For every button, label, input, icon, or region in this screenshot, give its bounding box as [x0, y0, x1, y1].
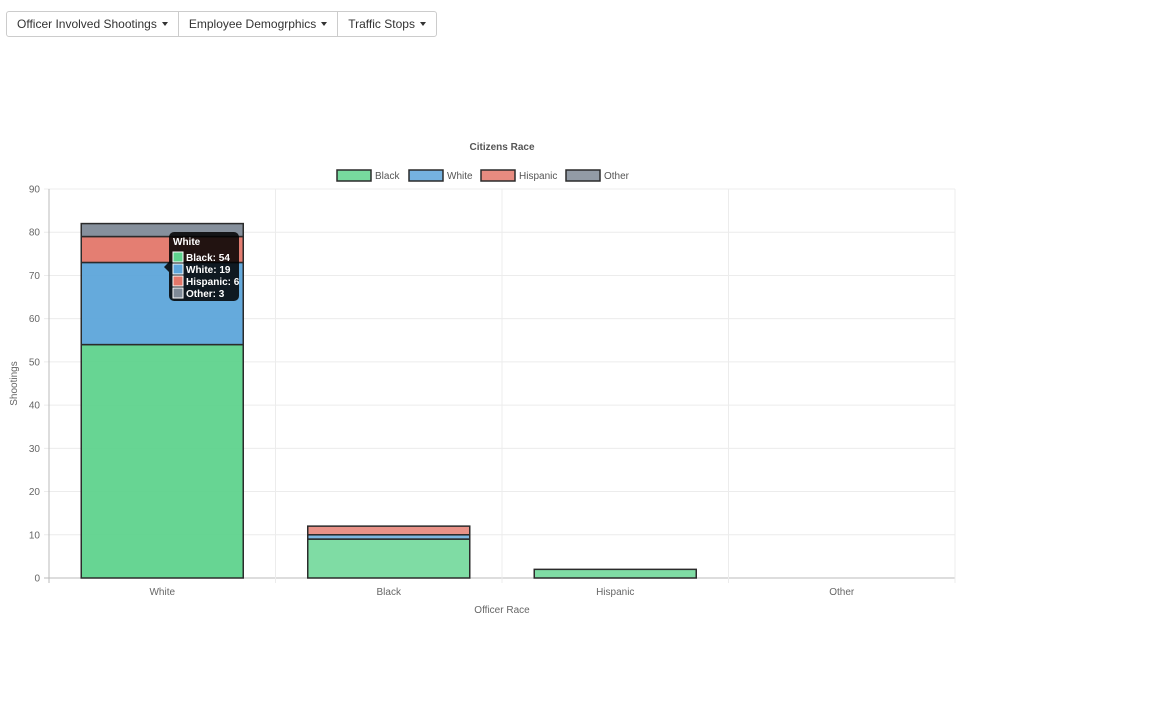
tooltip-swatch [172, 287, 184, 299]
tooltip-swatch [172, 275, 184, 287]
x-tick-label: White [149, 587, 175, 598]
bar-segment-hispanic-black[interactable] [307, 525, 471, 536]
x-tick-label: Hispanic [596, 587, 634, 598]
tooltip-swatch [172, 251, 184, 263]
bar-segment-black-black[interactable] [307, 538, 471, 579]
x-tick-label: Black [377, 587, 402, 598]
legend-label-white: White [447, 171, 473, 182]
tooltip-title: White [173, 237, 201, 248]
legend-label-other: Other [604, 171, 630, 182]
y-tick-label: 50 [29, 357, 41, 368]
chart-title: Citizens Race [469, 142, 534, 153]
y-tick-label: 90 [29, 185, 41, 196]
y-tick-label: 30 [29, 444, 41, 455]
legend-label-hispanic: Hispanic [519, 171, 557, 182]
tooltip-item: Hispanic: 6 [186, 277, 240, 288]
y-tick-label: 60 [29, 314, 41, 325]
y-tick-label: 10 [29, 530, 41, 541]
y-tick-label: 80 [29, 228, 41, 239]
y-tick-label: 40 [29, 401, 41, 412]
legend-swatch-white[interactable] [408, 169, 444, 182]
tooltip-item: Other: 3 [186, 289, 225, 300]
y-tick-label: 0 [34, 574, 40, 585]
legend-swatch-other[interactable] [565, 169, 601, 182]
x-axis-label: Officer Race [474, 605, 530, 616]
y-tick-label: 70 [29, 271, 41, 282]
legend-swatch-black[interactable] [336, 169, 372, 182]
x-tick-label: Other [829, 587, 855, 598]
tooltip-swatch [172, 263, 184, 275]
legend-label-black: Black [375, 171, 400, 182]
y-tick-label: 20 [29, 487, 41, 498]
bar-segment-black-hispanic[interactable] [533, 568, 697, 579]
y-axis-label: Shootings [9, 361, 20, 405]
tooltip-item: Black: 54 [186, 253, 230, 264]
legend-swatch-hispanic[interactable] [480, 169, 516, 182]
tooltip-item: White: 19 [186, 265, 231, 276]
bar-segment-black-white[interactable] [80, 343, 244, 579]
stacked-bar-chart: 0 10 20 30 40 50 60 70 80 90 White Black Hispanic Oth… [9, 142, 956, 616]
